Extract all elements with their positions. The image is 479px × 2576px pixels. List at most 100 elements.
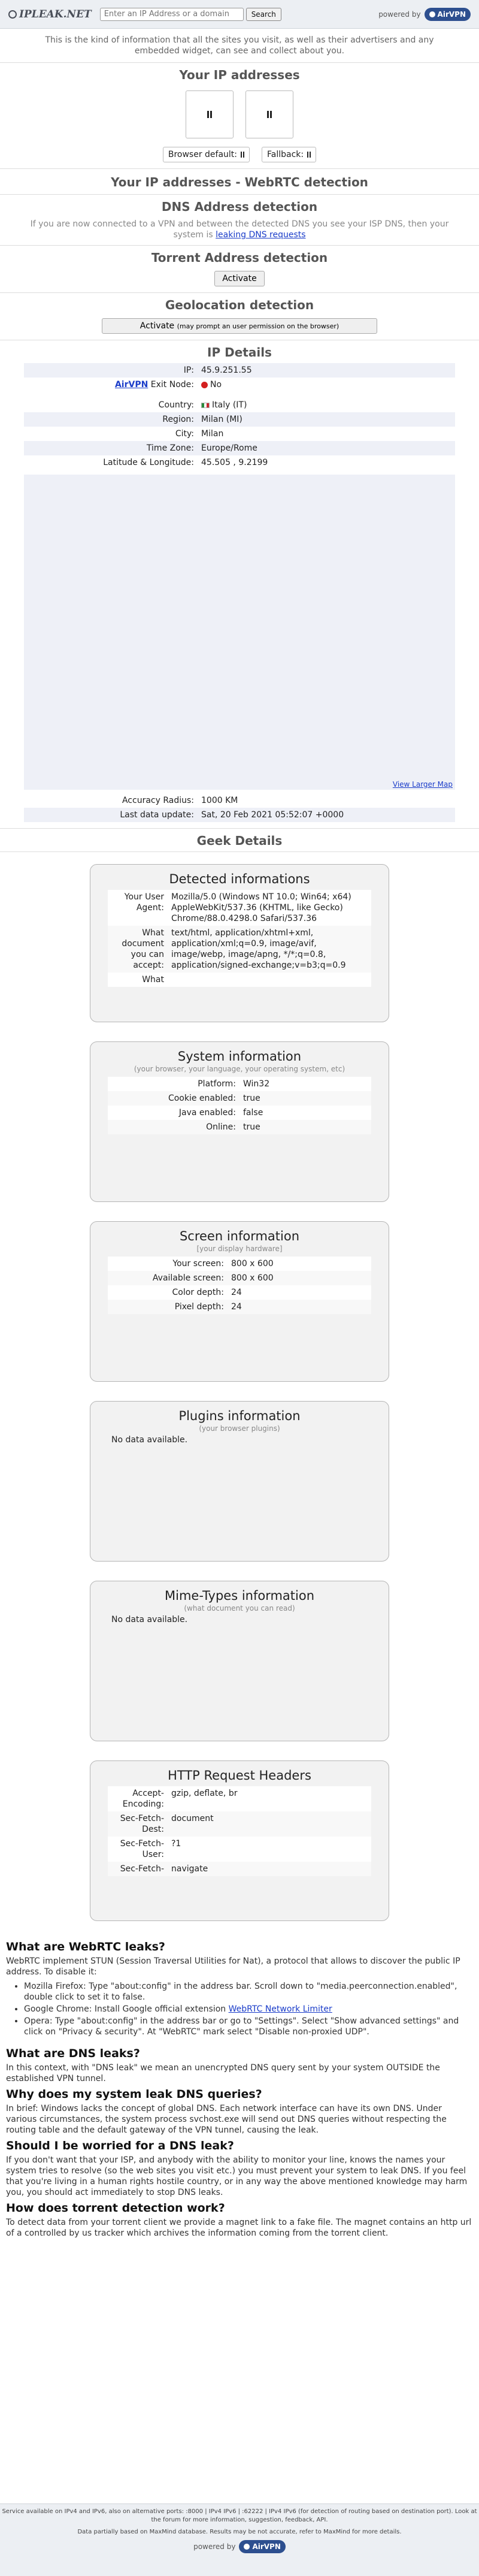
row-value: 24 [228, 1285, 371, 1300]
table-row: Your User Agent: Mozilla/5.0 (Windows NT … [108, 890, 371, 926]
what-value [168, 973, 371, 987]
location-map[interactable]: View Larger Map [24, 475, 455, 790]
row-label: Pixel depth: [108, 1300, 228, 1314]
panel-subtitle: (what document you can read) [184, 1604, 295, 1612]
row-label: Sec-Fetch- [108, 1862, 168, 1876]
search-form: Search [99, 7, 281, 21]
latlng-label: Latitude & Longitude: [103, 458, 194, 467]
section-title-ip-details: IP Details [207, 345, 272, 360]
accuracy-value: 1000 KM [198, 793, 455, 808]
ip-label: IP: [24, 363, 198, 378]
detected-info-table: Your User Agent: Mozilla/5.0 (Windows NT … [108, 890, 371, 987]
webrtc-limiter-link[interactable]: WebRTC Network Limiter [229, 2004, 332, 2014]
table-row: Pixel depth: 24 [108, 1300, 371, 1314]
powered-by-label: powered by [378, 10, 421, 19]
loading-icon [207, 111, 212, 118]
row-label: Available screen: [108, 1271, 228, 1285]
row-label: Accept-Encoding: [108, 1786, 168, 1811]
section-title-geek: Geek Details [196, 833, 283, 848]
faq-question: How does torrent detection work? [6, 2201, 225, 2215]
row-value: 800 x 600 [228, 1257, 371, 1271]
table-row: Sec-Fetch-Dest: document [108, 1811, 371, 1837]
http-headers-panel: HTTP Request Headers Accept-Encoding: gzi… [90, 1760, 389, 1921]
panel-title: System information [177, 1049, 302, 1064]
table-row: Available screen: 800 x 600 [108, 1271, 371, 1285]
row-label: Online: [108, 1120, 240, 1134]
country-label: Country: [158, 400, 194, 410]
ip-details-extra-table: Accuracy Radius: 1000 KM Last data update… [24, 793, 455, 822]
airvpn-icon [244, 2544, 250, 2550]
empty-state: No data available. [111, 1435, 188, 1445]
footer-data-text: Data partially based on MaxMind database… [77, 2529, 402, 2535]
accept-label: What document you can accept: [108, 926, 168, 973]
table-row: What [108, 973, 371, 987]
browser-default-label: Browser default: [168, 150, 238, 159]
airvpn-logo[interactable]: AirVPN [239, 2540, 286, 2553]
system-info-table: Platform: Win32 Cookie enabled: true Java … [108, 1077, 371, 1134]
accept-value: text/html, application/xhtml+xml, applic… [168, 926, 371, 973]
row-value: Win32 [240, 1077, 371, 1091]
browser-default-box: Browser default: [162, 147, 250, 162]
airvpn-label: AirVPN [252, 2542, 281, 2551]
ip-value: 45.9.251.55 [198, 363, 455, 378]
row-label: Sec-Fetch-Dest: [108, 1811, 168, 1837]
geo-activate-note: (may prompt an user permission on the br… [177, 322, 339, 330]
site-logo[interactable]: IPLEAK.NET [8, 8, 92, 20]
list-item: Mozilla Firefox: Type "about:config" in … [24, 1981, 473, 2003]
row-value: true [240, 1091, 371, 1106]
fallback-box: Fallback: [262, 147, 317, 162]
section-title-torrent: Torrent Address detection [151, 250, 328, 265]
section-title-geo: Geolocation detection [165, 298, 314, 312]
ipv4-box [186, 90, 234, 138]
region-label: Region: [24, 412, 198, 427]
panel-subtitle: (your browser, your language, your opera… [134, 1065, 345, 1073]
plugins-info-panel: Plugins information (your browser plugin… [90, 1401, 389, 1562]
top-header: IPLEAK.NET Search powered by AirVPN [0, 0, 479, 29]
search-input[interactable] [99, 7, 244, 21]
last-update-value: Sat, 20 Feb 2021 05:52:07 +0000 [198, 808, 455, 822]
http-headers-table: Accept-Encoding: gzip, deflate, br Sec-Fe… [108, 1786, 371, 1876]
faq-answer: In brief: Windows lacks the concept of g… [6, 2104, 447, 2135]
status-dot-icon [201, 381, 208, 388]
row-value: document [168, 1811, 371, 1837]
fallback-label: Fallback: [267, 150, 304, 159]
table-row: Sec-Fetch-User: ?1 [108, 1837, 371, 1862]
row-label: Cookie enabled: [108, 1091, 240, 1106]
row-value: 24 [228, 1300, 371, 1314]
torrent-activate-button[interactable]: Activate [214, 271, 265, 286]
city-label: City: [175, 429, 194, 439]
faq-answer: In this context, with "DNS leak" we mean… [6, 2063, 440, 2083]
exit-node-status: No [210, 380, 222, 389]
geo-activate-button[interactable]: Activate (may prompt an user permission … [102, 318, 377, 334]
faq-answer: If you don't want that your ISP, and any… [6, 2155, 468, 2197]
search-button[interactable]: Search [245, 7, 281, 21]
exit-node-value: No [198, 378, 455, 392]
table-row: Country: Italy (IT) [24, 398, 455, 412]
ipv6-box [245, 90, 293, 138]
user-agent-value: Mozilla/5.0 (Windows NT 10.0; Win64; x64… [168, 890, 371, 926]
exit-node-label: AirVPN Exit Node: [24, 378, 198, 392]
table-row: Java enabled: false [108, 1106, 371, 1120]
what-label: What [108, 973, 168, 987]
panel-title: Plugins information [178, 1409, 301, 1423]
dns-leak-link[interactable]: leaking DNS requests [216, 230, 305, 240]
table-row: City: Milan [24, 427, 455, 441]
view-larger-map-link[interactable]: View Larger Map [393, 780, 453, 789]
table-row: Color depth: 24 [108, 1285, 371, 1300]
page-footer: Service available on IPv4 and IPv6, also… [0, 2503, 479, 2576]
table-row: Accept-Encoding: gzip, deflate, br [108, 1786, 371, 1811]
airvpn-link[interactable]: AirVPN [115, 380, 148, 389]
loading-icon [307, 152, 311, 158]
system-info-panel: System information (your browser, your l… [90, 1041, 389, 1202]
powered-by-label: powered by [193, 2542, 236, 2551]
ip-details-table: IP: 45.9.251.55 AirVPN Exit Node: No Count… [24, 363, 455, 470]
list-item: Google Chrome: Install Google official e… [24, 2004, 473, 2015]
row-label: Sec-Fetch-User: [108, 1837, 168, 1862]
screen-info-table: Your screen: 800 x 600 Available screen: 8… [108, 1257, 371, 1314]
airvpn-logo[interactable]: AirVPN [424, 7, 471, 21]
table-spacer [24, 392, 455, 398]
list-item: Opera: Type "about:config" in the addres… [24, 2016, 473, 2037]
row-label: Your screen: [108, 1257, 228, 1271]
latlng-value: 45.505 , 9.2199 [201, 458, 268, 467]
last-update-label: Last data update: [24, 808, 198, 822]
